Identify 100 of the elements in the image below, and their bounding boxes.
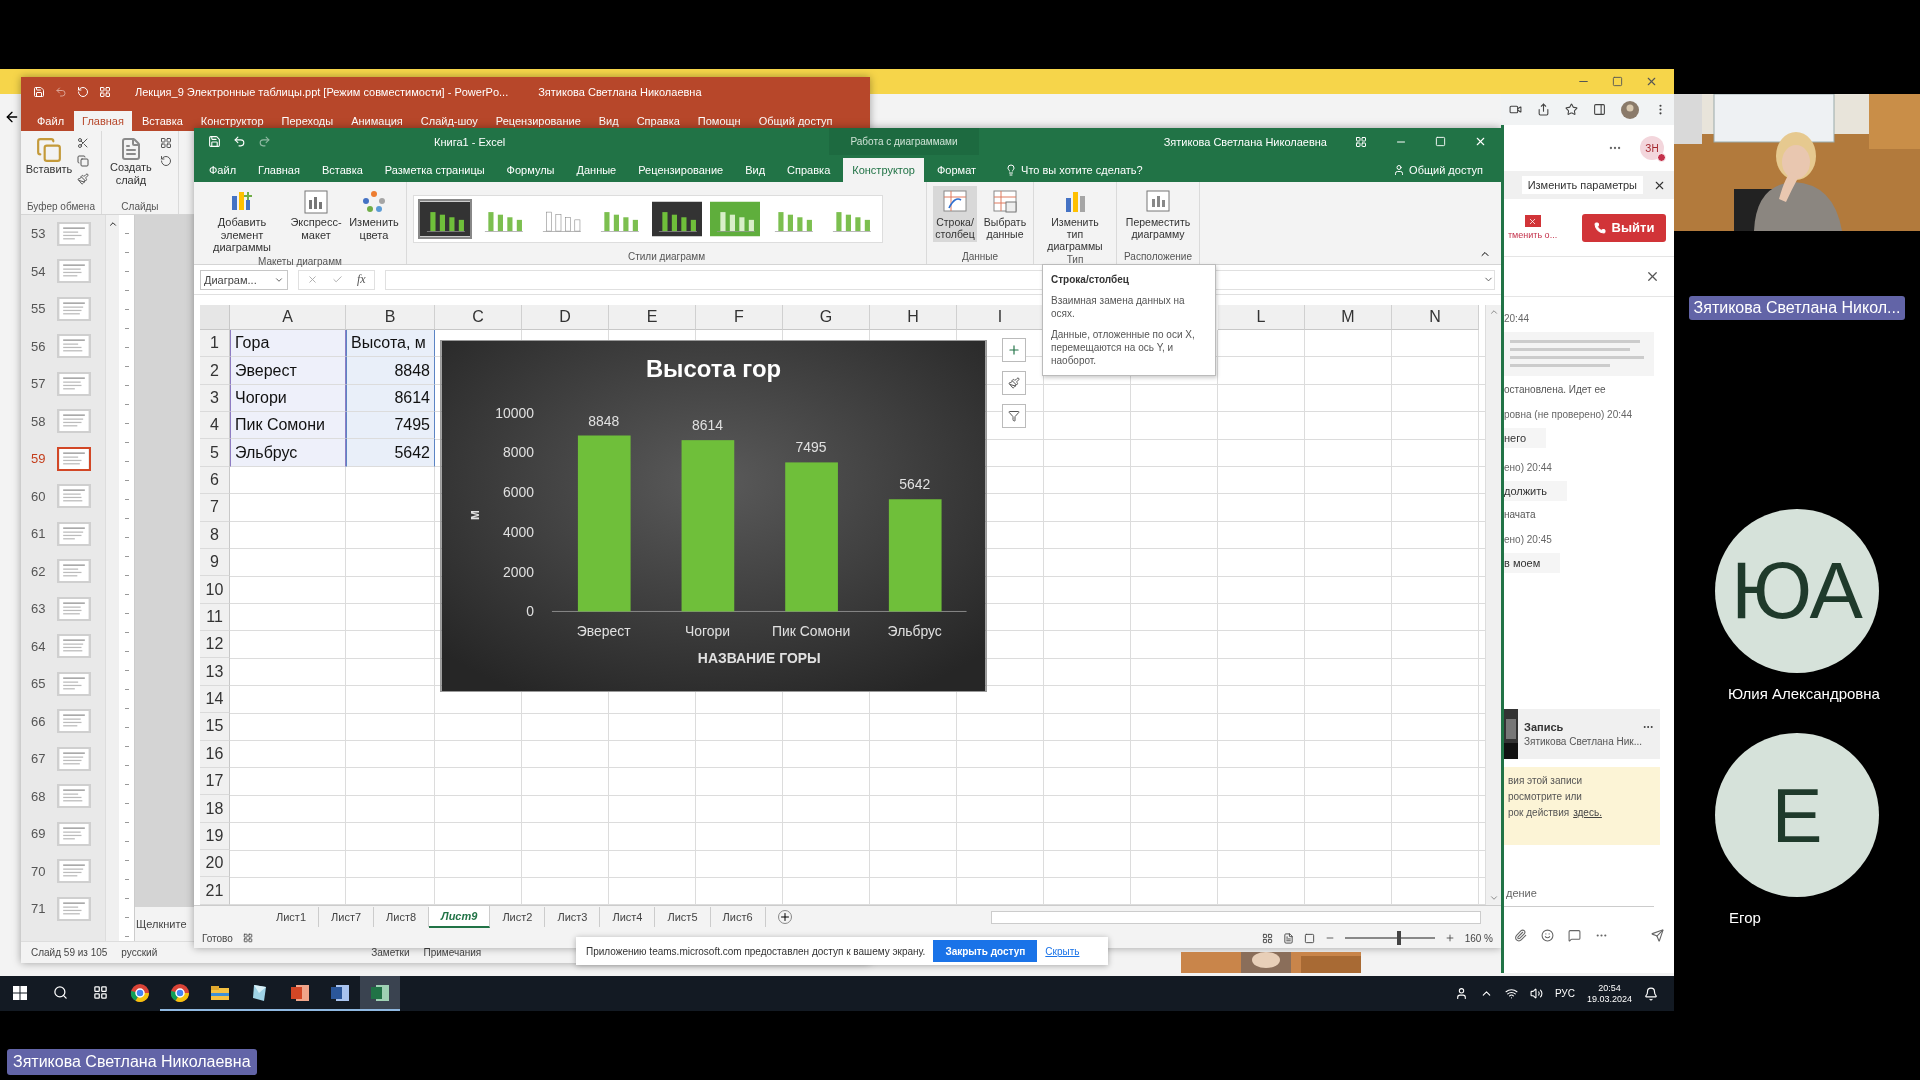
- cut-icon[interactable]: [77, 137, 89, 149]
- share-icon[interactable]: [1536, 103, 1550, 116]
- excel-icon[interactable]: [370, 982, 390, 1003]
- column-header[interactable]: I: [957, 305, 1044, 330]
- column-header[interactable]: A: [230, 305, 346, 330]
- row-header[interactable]: 19: [200, 822, 230, 851]
- search-icon[interactable]: [52, 985, 68, 1000]
- row-header[interactable]: 20: [200, 850, 230, 878]
- ribbon-button[interactable]: Изменить тип диаграммы: [1040, 186, 1110, 255]
- send-icon[interactable]: [1651, 928, 1664, 942]
- network-icon[interactable]: [1504, 987, 1518, 1000]
- language-indicator[interactable]: РУС: [1554, 988, 1575, 999]
- column-header[interactable]: L: [1218, 305, 1305, 330]
- people-icon[interactable]: [1454, 987, 1468, 1000]
- ribbon-tab[interactable]: Анимация: [343, 111, 411, 131]
- back-icon[interactable]: [4, 109, 20, 125]
- page-break-icon[interactable]: [1303, 932, 1315, 944]
- reset-icon[interactable]: [159, 155, 172, 167]
- taskbar-button[interactable]: [360, 976, 400, 1011]
- row-header[interactable]: 5: [200, 439, 230, 467]
- ribbon-tab[interactable]: Главная: [74, 111, 132, 131]
- slider-thumb[interactable]: [1396, 931, 1401, 945]
- name-box[interactable]: Диаграм...: [200, 269, 288, 290]
- attach-icon[interactable]: [1514, 928, 1527, 942]
- hide-link[interactable]: Скрыть: [1045, 945, 1080, 957]
- user-avatar[interactable]: ЗН: [1640, 136, 1664, 160]
- chrome-icon[interactable]: [170, 982, 190, 1003]
- chart-style-thumbnail[interactable]: [418, 198, 472, 239]
- insert-function-button[interactable]: fx: [357, 272, 366, 287]
- ribbon-tab[interactable]: Данные: [567, 158, 626, 182]
- ribbon-tab[interactable]: Вставка: [312, 158, 372, 182]
- row-header[interactable]: 21: [200, 877, 230, 905]
- ribbon-button[interactable]: Добавить элемент диаграммы: [200, 186, 284, 256]
- leave-button[interactable]: Выйти: [1582, 213, 1666, 242]
- settings-chip[interactable]: Изменить параметры: [1521, 176, 1643, 194]
- ribbon-tab[interactable]: Вид: [736, 158, 775, 182]
- column-header[interactable]: N: [1392, 305, 1479, 330]
- row-header[interactable]: 13: [200, 658, 230, 686]
- sheet-tab[interactable]: Лист3: [545, 907, 601, 927]
- assistant-tab[interactable]: Помощн: [689, 111, 749, 131]
- row-header[interactable]: 18: [200, 795, 230, 823]
- row-header[interactable]: 4: [200, 412, 230, 440]
- row-header[interactable]: 7: [200, 494, 230, 522]
- paste-button[interactable]: Вставить: [27, 135, 71, 178]
- notice-link[interactable]: здесь.: [1573, 807, 1602, 818]
- sheet-tab[interactable]: Лист2: [490, 907, 546, 927]
- stop-sharing-button[interactable]: Закрыть доступ: [933, 940, 1038, 962]
- format-painter-icon[interactable]: [77, 173, 89, 185]
- column-header[interactable]: B: [346, 305, 435, 330]
- task-view-icon[interactable]: [92, 985, 108, 1000]
- sheet-tab[interactable]: Лист6: [710, 907, 766, 927]
- redo-icon[interactable]: [258, 135, 271, 148]
- ribbon-button[interactable]: Изменить цвета: [348, 186, 400, 244]
- sheet-tab[interactable]: Лист5: [655, 907, 711, 927]
- new-slide-button[interactable]: Создать слайд: [107, 135, 154, 189]
- notes-button[interactable]: Заметки: [371, 947, 410, 958]
- notification-icon[interactable]: [1644, 986, 1658, 1001]
- sheet-tab[interactable]: Лист1: [264, 907, 320, 927]
- tell-me-search[interactable]: Что вы хотите сделать?: [989, 164, 1143, 182]
- sheet-tab[interactable]: Лист7: [319, 907, 375, 927]
- column-header[interactable]: H: [870, 305, 957, 330]
- row-header[interactable]: 15: [200, 713, 230, 741]
- star-icon[interactable]: [1564, 103, 1578, 116]
- ribbon-tab[interactable]: Справка: [628, 111, 688, 131]
- column-header[interactable]: F: [696, 305, 783, 330]
- ribbon-display-icon[interactable]: [1355, 135, 1367, 148]
- sheet-tab[interactable]: Лист9: [429, 906, 491, 928]
- layout-icon[interactable]: [159, 137, 172, 149]
- row-header[interactable]: 8: [200, 521, 230, 549]
- row-header[interactable]: 11: [200, 603, 230, 632]
- ribbon-tab[interactable]: Формат: [927, 158, 986, 182]
- ribbon-button[interactable]: Экспресс-макет: [290, 186, 342, 244]
- page-layout-icon[interactable]: [1282, 932, 1294, 944]
- row-header[interactable]: 9: [200, 549, 230, 577]
- column-header[interactable]: E: [609, 305, 696, 330]
- chrome-icon[interactable]: [130, 982, 150, 1003]
- sheet-tab[interactable]: Лист4: [600, 907, 656, 927]
- clock[interactable]: 20:54 19.03.2024: [1586, 983, 1632, 1004]
- chart-area[interactable]: Высота гор 0 2000 4000 6000 8000 10000 м 8848 8614 7495 5642 Эверест Чогори Пик Сомони Эльбрус НАЗВАНИЕ ГОРЫ: [440, 340, 987, 692]
- ribbon-tab[interactable]: Слайд-шоу: [412, 111, 486, 131]
- ribbon-tab[interactable]: Файл: [29, 111, 73, 131]
- copy-icon[interactable]: [77, 155, 89, 167]
- row-header[interactable]: 2: [200, 357, 230, 385]
- powerpoint-icon[interactable]: [290, 982, 310, 1003]
- row-header[interactable]: 17: [200, 768, 230, 796]
- ribbon-tab[interactable]: Конструктор: [192, 111, 272, 131]
- ribbon-tab[interactable]: Справка: [778, 158, 840, 182]
- ribbon-tab[interactable]: Конструктор: [843, 158, 924, 182]
- ribbon-tab[interactable]: Рецензирование: [487, 111, 589, 131]
- close-icon[interactable]: [1474, 135, 1487, 148]
- row-header[interactable]: 14: [200, 685, 230, 714]
- column-header[interactable]: M: [1305, 305, 1392, 330]
- chart-filter-button[interactable]: [1002, 404, 1026, 428]
- column-header[interactable]: G: [783, 305, 870, 330]
- row-header[interactable]: 1: [200, 330, 230, 358]
- ribbon-tab[interactable]: Главная: [249, 158, 309, 182]
- chart-styles-button[interactable]: [1002, 371, 1026, 395]
- ribbon-tab[interactable]: Разметка страницы: [375, 158, 494, 182]
- emoji-icon[interactable]: [1541, 928, 1554, 942]
- scrollbar[interactable]: [105, 215, 119, 941]
